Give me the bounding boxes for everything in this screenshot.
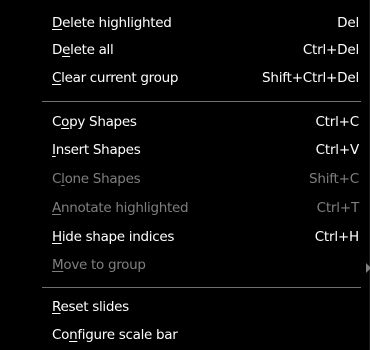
menu-separator bbox=[42, 101, 361, 102]
menu-item-label: Annotate highlighted bbox=[52, 200, 189, 216]
menu-item-label: Configure scale bar bbox=[52, 327, 178, 343]
menu-item-copy-shapes[interactable]: Copy Shapes Ctrl+C bbox=[0, 109, 369, 137]
menu-item-shortcut: Shift+C bbox=[308, 171, 359, 187]
menu-item-reset-slides[interactable]: Reset slides bbox=[0, 294, 369, 322]
menu-item-annotate-highlighted[interactable]: Annotate highlighted Ctrl+T bbox=[0, 195, 369, 223]
menu-item-clone-shapes[interactable]: Clone Shapes Shift+C bbox=[0, 166, 369, 194]
menu-item-delete-highlighted[interactable]: Delete highlighted Del bbox=[0, 10, 369, 38]
menu-item-shortcut: Ctrl+V bbox=[315, 142, 360, 158]
menu-item-label: Delete highlighted bbox=[52, 15, 172, 31]
menu-item-shortcut: Ctrl+Del bbox=[302, 42, 359, 58]
context-menu: Delete highlighted Del Delete all Ctrl+D… bbox=[0, 0, 370, 350]
menu-item-delete-all[interactable]: Delete all Ctrl+Del bbox=[0, 37, 369, 65]
menu-separator bbox=[42, 287, 361, 288]
menu-item-label: Move to group bbox=[52, 257, 146, 273]
menu-item-configure-scale-bar[interactable]: Configure scale bar bbox=[0, 322, 369, 350]
menu-item-label: Hide shape indices bbox=[52, 229, 175, 245]
menu-item-move-to-group[interactable]: Move to group bbox=[0, 252, 370, 280]
menu-item-label: Delete all bbox=[52, 42, 114, 58]
menu-item-label: Insert Shapes bbox=[52, 142, 141, 158]
menu-item-hide-shape-indices[interactable]: Hide shape indices Ctrl+H bbox=[0, 224, 369, 252]
menu-item-label: Clear current group bbox=[52, 70, 179, 86]
menu-item-label: Reset slides bbox=[52, 299, 129, 315]
menu-item-shortcut: Shift+Ctrl+Del bbox=[262, 70, 359, 86]
menu-item-shortcut: Del bbox=[337, 15, 359, 31]
menu-item-label: Clone Shapes bbox=[52, 171, 141, 187]
menu-item-shortcut: Ctrl+H bbox=[314, 229, 359, 245]
menu-item-shortcut: Ctrl+T bbox=[316, 200, 360, 216]
menu-item-shortcut: Ctrl+C bbox=[315, 114, 359, 130]
menu-item-clear-current-group[interactable]: Clear current group Shift+Ctrl+Del bbox=[0, 65, 369, 93]
menu-item-label: Copy Shapes bbox=[52, 114, 137, 130]
submenu-arrow-icon bbox=[366, 263, 370, 273]
menu-item-insert-shapes[interactable]: Insert Shapes Ctrl+V bbox=[0, 137, 369, 165]
